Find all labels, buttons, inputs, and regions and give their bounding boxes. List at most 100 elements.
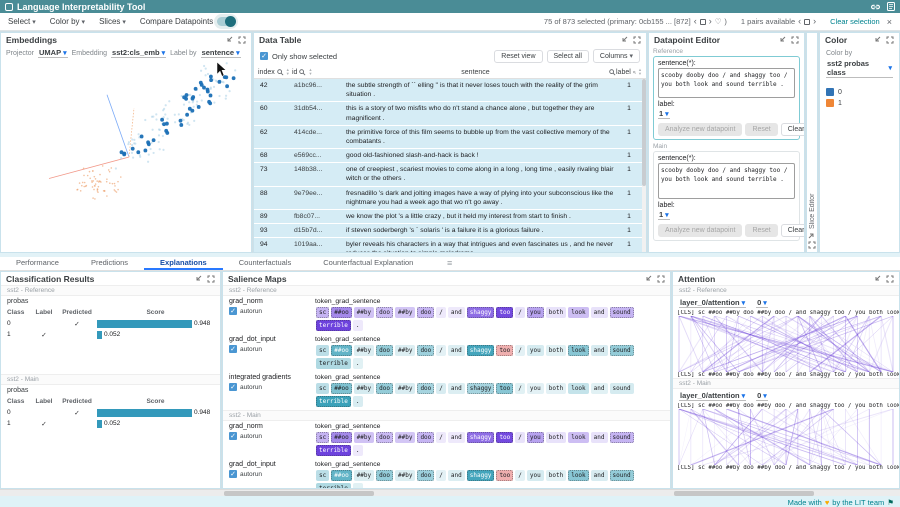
datapoint-dot[interactable]	[210, 86, 212, 88]
datapoint-dot[interactable]	[85, 186, 87, 188]
datapoint-dot[interactable]	[152, 129, 154, 131]
salience-token[interactable]: shaggy	[467, 383, 495, 394]
sentence-textarea[interactable]: scooby dooby doo / and shaggy too / you …	[658, 163, 795, 199]
datapoint-dot[interactable]	[160, 118, 164, 122]
clear-selection-link[interactable]: Clear selection	[830, 17, 880, 26]
datapoint-dot[interactable]	[112, 183, 114, 185]
datapoint-dot[interactable]	[155, 118, 157, 120]
datapoint-dot[interactable]	[218, 95, 220, 97]
datapoint-dot[interactable]	[136, 150, 140, 154]
datapoint-dot[interactable]	[218, 80, 222, 84]
salience-token[interactable]: /	[436, 470, 446, 481]
salience-token[interactable]: you	[527, 470, 544, 481]
datapoint-dot[interactable]	[98, 186, 100, 188]
datapoint-dot[interactable]	[197, 105, 201, 109]
datapoint-dot[interactable]	[206, 88, 210, 92]
salience-token[interactable]: you	[527, 307, 544, 318]
datapoint-dot[interactable]	[162, 109, 164, 111]
maximize-icon[interactable]	[238, 36, 246, 44]
datapoint-dot[interactable]	[140, 135, 144, 139]
salience-token[interactable]: ##by	[354, 383, 374, 394]
datapoint-dot[interactable]	[94, 198, 96, 200]
datapoint-dot[interactable]	[229, 90, 231, 92]
datapoint-dot[interactable]	[162, 135, 164, 137]
datapoint-dot[interactable]	[79, 182, 81, 184]
datapoint-dot[interactable]	[163, 116, 165, 118]
salience-token[interactable]: and	[448, 345, 465, 356]
columns-button[interactable]: Columns ▾	[593, 49, 640, 63]
next-datapoint-icon[interactable]: ›	[709, 17, 712, 26]
salience-token[interactable]: ##oo	[331, 432, 351, 443]
embedding-select[interactable]: sst2:cls_emb▾	[111, 48, 166, 58]
salience-token[interactable]: ##by	[395, 470, 415, 481]
datapoint-dot[interactable]	[188, 107, 192, 111]
flag-icon[interactable]: ⚑	[887, 498, 894, 507]
salience-token[interactable]: terrible	[316, 358, 351, 369]
autorun-checkbox[interactable]: ✓	[229, 345, 237, 353]
salience-token[interactable]: sc	[316, 383, 329, 394]
datapoint-dot[interactable]	[152, 138, 156, 142]
datapoint-dot[interactable]	[132, 157, 134, 159]
salience-token[interactable]: shaggy	[467, 432, 495, 443]
datapoint-dot[interactable]	[94, 176, 96, 178]
minimize-icon[interactable]	[194, 275, 202, 283]
datapoint-dot[interactable]	[92, 186, 94, 188]
datapoint-dot[interactable]	[234, 69, 236, 71]
datapoint-dot[interactable]	[95, 178, 97, 180]
salience-token[interactable]: /	[436, 307, 446, 318]
reset-view-button[interactable]: Reset view	[494, 50, 542, 63]
salience-token[interactable]: sound	[610, 345, 634, 356]
salience-token[interactable]: ##by	[395, 307, 415, 318]
datapoint-dot[interactable]	[109, 182, 111, 184]
salience-token[interactable]: ##oo	[331, 470, 351, 481]
datapoint-dot[interactable]	[95, 183, 97, 185]
datapoint-dot[interactable]	[81, 185, 83, 187]
slice-editor-collapsed[interactable]: Slice Editor	[806, 32, 818, 253]
prev-pair-icon[interactable]: ‹	[798, 17, 801, 26]
only-show-selected-checkbox[interactable]: ✓	[260, 52, 268, 60]
maximize-icon[interactable]	[808, 241, 816, 249]
datapoint-dot[interactable]	[174, 114, 176, 116]
label-select[interactable]: 1▾	[658, 109, 670, 119]
datapoint-dot[interactable]	[213, 101, 215, 103]
datapoint-square-icon[interactable]	[700, 19, 706, 25]
datapoint-dot[interactable]	[92, 170, 94, 172]
salience-token[interactable]: ##oo	[331, 345, 351, 356]
salience-token[interactable]: and	[448, 470, 465, 481]
datapoint-dot[interactable]	[89, 171, 91, 173]
datapoint-dot[interactable]	[87, 175, 89, 177]
salience-token[interactable]: .	[353, 320, 363, 331]
minimize-icon[interactable]	[620, 36, 628, 44]
classification-row[interactable]: 0✓0.948	[7, 318, 214, 329]
datapoint-dot[interactable]	[194, 87, 198, 91]
datapoint-dot[interactable]	[225, 95, 227, 97]
datapoint-dot[interactable]	[131, 138, 133, 140]
salience-token[interactable]: sound	[610, 470, 634, 481]
sentence-textarea[interactable]: scooby dooby doo / and shaggy too / you …	[658, 68, 795, 98]
datapoint-dot[interactable]	[94, 185, 96, 187]
datapoint-dot[interactable]	[167, 118, 169, 120]
salience-token[interactable]: ##by	[354, 470, 374, 481]
salience-token[interactable]: both	[546, 432, 566, 443]
datapoint-dot[interactable]	[131, 147, 135, 151]
datapoint-dot[interactable]	[106, 178, 108, 180]
salience-token[interactable]: look	[568, 307, 588, 318]
salience-token[interactable]: ##by	[395, 345, 415, 356]
datapoint-dot[interactable]	[102, 165, 104, 167]
compare-datapoints-toggle[interactable]	[217, 17, 235, 26]
datapoint-dot[interactable]	[83, 186, 85, 188]
datapoint-dot[interactable]	[138, 133, 140, 135]
maximize-icon[interactable]	[886, 36, 894, 44]
datapoint-dot[interactable]	[232, 76, 236, 80]
datapoint-dot[interactable]	[155, 113, 157, 115]
datapoint-dot[interactable]	[196, 101, 198, 103]
salience-token[interactable]: doo	[376, 470, 393, 481]
datapoint-dot[interactable]	[189, 94, 191, 96]
salience-token[interactable]: /	[515, 470, 525, 481]
slices-menu[interactable]: Slices▾	[99, 17, 126, 26]
datapoint-dot[interactable]	[93, 180, 95, 182]
reset-button[interactable]: Reset	[745, 224, 777, 237]
salience-token[interactable]: look	[568, 345, 588, 356]
salience-token[interactable]: both	[546, 345, 566, 356]
salience-token[interactable]: you	[527, 432, 544, 443]
